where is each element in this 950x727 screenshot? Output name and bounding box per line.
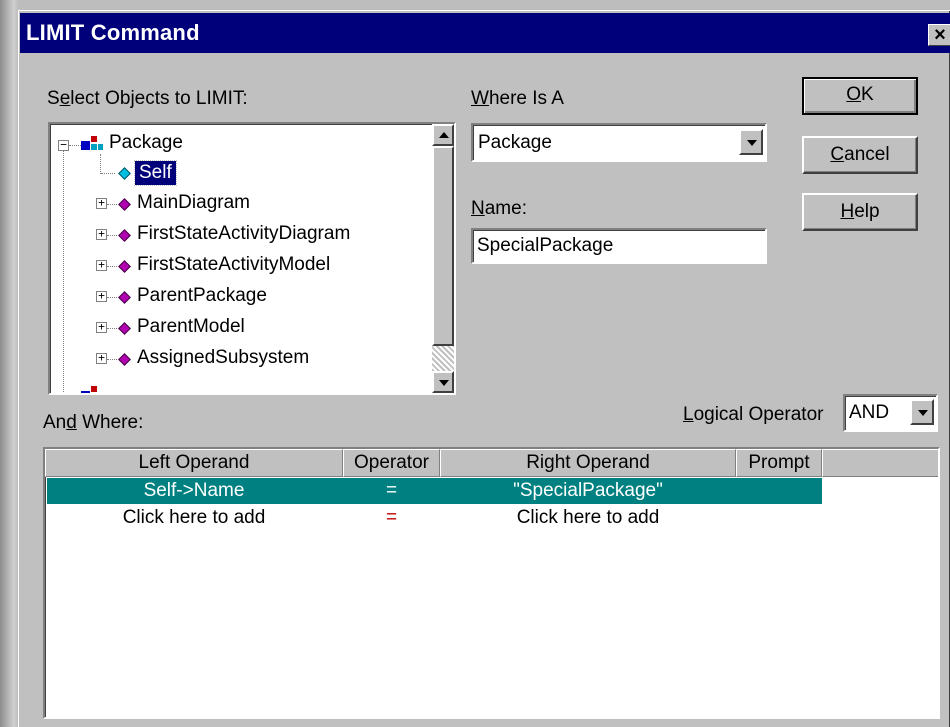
help-button[interactable]: Help: [802, 193, 918, 231]
expand-icon[interactable]: +: [96, 321, 107, 333]
scroll-thumb[interactable]: [432, 146, 454, 346]
column-header-left-operand[interactable]: Left Operand: [45, 449, 343, 477]
tree-item-self[interactable]: Self: [134, 160, 177, 186]
object-tree[interactable]: − Package Self + MainDiagram + FirstStat…: [48, 122, 456, 395]
object-icon: [118, 260, 131, 273]
tree-item-parentpackage[interactable]: ParentPackage: [137, 285, 267, 307]
chevron-down-icon: [747, 140, 757, 146]
where-is-a-label: Where Is A: [471, 88, 564, 109]
object-icon: [118, 167, 131, 180]
close-button[interactable]: ×: [928, 24, 950, 46]
left-operand-cell[interactable]: Click here to add: [45, 505, 343, 531]
object-icon: [118, 198, 131, 211]
logical-operator-value: AND: [849, 402, 890, 423]
column-header-operator[interactable]: Operator: [343, 449, 440, 477]
close-icon: ×: [934, 24, 946, 46]
logical-operator-dropdown-button[interactable]: [910, 399, 934, 425]
prompt-cell[interactable]: [736, 505, 822, 531]
object-icon: [118, 353, 131, 366]
right-operand-cell[interactable]: "SpecialPackage": [440, 478, 736, 504]
prompt-cell[interactable]: [736, 478, 822, 504]
collapse-icon[interactable]: −: [58, 139, 69, 151]
tree-scrollbar[interactable]: [432, 124, 454, 393]
expand-icon[interactable]: +: [96, 228, 107, 240]
tree-item-firststateactivitymodel[interactable]: FirstStateActivityModel: [137, 254, 330, 276]
cancel-button[interactable]: Cancel: [802, 136, 918, 174]
and-where-label: And Where:: [43, 412, 144, 433]
tree-item-assignedsubsystem[interactable]: AssignedSubsystem: [137, 347, 309, 369]
tree-item-maindiagram[interactable]: MainDiagram: [137, 192, 250, 214]
scroll-up-button[interactable]: [432, 124, 454, 146]
tree-root-label[interactable]: Package: [109, 132, 183, 154]
arrow-up-icon: [439, 132, 449, 138]
arrow-down-icon: [439, 380, 449, 386]
name-label: Name:: [471, 198, 527, 219]
object-icon: [118, 322, 131, 335]
tree-item-firststateactivitydiagram[interactable]: FirstStateActivityDiagram: [137, 223, 350, 245]
ok-button[interactable]: OK: [802, 77, 918, 115]
operator-cell[interactable]: =: [343, 478, 440, 504]
conditions-table[interactable]: Left Operand Operator Right Operand Prom…: [43, 447, 940, 719]
logical-operator-label: Logical Operator: [683, 404, 824, 425]
left-operand-cell[interactable]: Self->Name: [45, 478, 343, 504]
name-field[interactable]: SpecialPackage: [471, 228, 767, 264]
object-icon: [118, 291, 131, 304]
tree-item-parentmodel[interactable]: ParentModel: [137, 316, 245, 338]
expand-icon[interactable]: +: [96, 352, 107, 364]
expand-icon[interactable]: +: [96, 197, 107, 209]
column-header-prompt[interactable]: Prompt: [736, 449, 822, 477]
expand-icon[interactable]: +: [96, 290, 107, 302]
limit-command-dialog: LIMIT Command × Select Objects to LIMIT:…: [18, 10, 950, 727]
select-objects-label: Select Objects to LIMIT:: [47, 88, 248, 109]
package-icon: [81, 386, 103, 393]
operator-cell[interactable]: =: [343, 505, 440, 531]
object-icon: [118, 229, 131, 242]
column-header-empty: [822, 449, 938, 477]
where-is-a-select[interactable]: Package: [471, 123, 767, 162]
title-bar[interactable]: LIMIT Command ×: [20, 13, 950, 53]
column-header-right-operand[interactable]: Right Operand: [440, 449, 736, 477]
name-value: SpecialPackage: [477, 235, 614, 256]
where-is-a-dropdown-button[interactable]: [739, 129, 763, 155]
logical-operator-select[interactable]: AND: [843, 394, 938, 432]
package-icon: [81, 136, 103, 152]
scroll-down-button[interactable]: [432, 371, 454, 393]
expand-icon[interactable]: +: [96, 259, 107, 271]
chevron-down-icon: [918, 410, 928, 416]
where-is-a-value: Package: [478, 132, 552, 153]
window-title: LIMIT Command: [26, 20, 200, 45]
right-operand-cell[interactable]: Click here to add: [440, 505, 736, 531]
